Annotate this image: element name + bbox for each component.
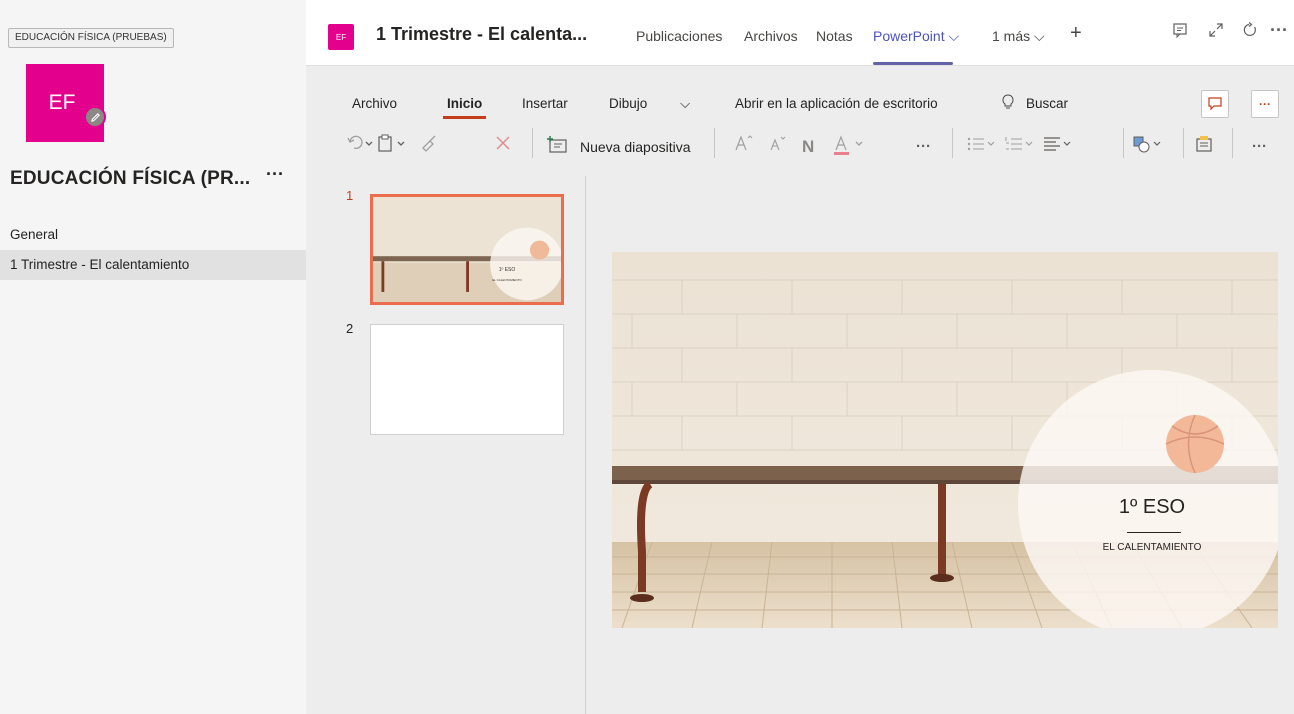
add-tab-button[interactable]: + <box>1070 22 1082 45</box>
team-tooltip: EDUCACIÓN FÍSICA (PRUEBAS) <box>8 28 174 48</box>
more-icon[interactable]: ··· <box>1270 20 1288 41</box>
paste-icon[interactable] <box>376 134 410 161</box>
thumbnail-subtitle: EL CALENTAMIENTO <box>492 278 522 282</box>
lightbulb-icon <box>1001 94 1015 113</box>
shapes-icon[interactable] <box>1132 134 1166 163</box>
slide-title[interactable]: 1º ESO <box>1098 496 1206 519</box>
menu-archivo[interactable]: Archivo <box>352 96 397 111</box>
team-avatar-text: EF <box>48 91 76 114</box>
menu-inicio[interactable]: Inicio <box>447 96 482 111</box>
toolbar-divider <box>952 128 953 158</box>
tab-notas[interactable]: Notas <box>816 28 853 44</box>
font-more-icon[interactable]: ··· <box>916 134 931 160</box>
tab-more[interactable]: 1 más ⌵ <box>992 28 1045 45</box>
designer-icon[interactable] <box>1194 134 1216 163</box>
team-name: EDUCACIÓN FÍSICA (PR... <box>10 168 251 189</box>
active-menu-indicator <box>443 116 486 119</box>
toolbar-more-icon[interactable]: ··· <box>1252 134 1267 160</box>
slide-subtitle[interactable]: EL CALENTAMIENTO <box>1075 542 1229 553</box>
slide-thumbnail-2[interactable] <box>370 324 564 435</box>
font-color-icon[interactable] <box>832 134 874 165</box>
edit-avatar-icon[interactable] <box>84 106 106 128</box>
teams-sidebar: EDUCACIÓN FÍSICA (PRUEBAS) EF EDUCACIÓN … <box>0 0 306 714</box>
slide-title-divider <box>1127 532 1181 533</box>
chevron-down-icon[interactable]: ⌵ <box>680 96 690 112</box>
slide-thumbnail-1[interactable]: 1º ESO EL CALENTAMIENTO <box>370 194 564 305</box>
toolbar-divider <box>1232 128 1233 158</box>
comment-icon[interactable] <box>1201 90 1229 118</box>
thumbnail-number: 1 <box>346 188 354 203</box>
channel-header: EF 1 Trimestre - El calenta... Publicaci… <box>306 0 1294 66</box>
toolbar-divider <box>1183 128 1184 158</box>
new-slide-button[interactable]: Nueva diapositiva <box>580 136 691 158</box>
team-avatar[interactable]: EF <box>26 64 106 142</box>
numbering-icon[interactable] <box>1004 134 1038 163</box>
channel-avatar: EF <box>328 24 354 50</box>
tab-archivos[interactable]: Archivos <box>744 28 798 44</box>
tab-powerpoint[interactable]: PowerPoint ⌵ <box>873 28 959 45</box>
align-icon[interactable] <box>1042 134 1076 163</box>
format-painter-icon[interactable] <box>420 134 440 161</box>
expand-icon[interactable] <box>1208 22 1224 43</box>
conversation-icon[interactable] <box>1172 22 1188 43</box>
ribbon-more-options-icon[interactable]: ··· <box>1251 90 1279 118</box>
toolbar-divider <box>714 128 715 158</box>
toolbar-divider <box>532 128 533 158</box>
channel-general[interactable]: General <box>0 220 306 250</box>
thumbnail-title: 1º ESO <box>498 267 516 273</box>
menu-dibujo[interactable]: Dibujo <box>609 96 647 111</box>
open-desktop-app-button[interactable]: Abrir en la aplicación de escritorio <box>735 96 938 111</box>
search-button[interactable]: Buscar <box>1026 96 1068 111</box>
active-tab-indicator <box>873 62 953 65</box>
thumbnail-number: 2 <box>346 321 354 336</box>
channel-1-trimestre[interactable]: 1 Trimestre - El calentamiento <box>0 250 306 280</box>
font-size-increase-icon[interactable] <box>734 134 754 161</box>
bold-button[interactable]: N <box>802 134 814 160</box>
bullets-icon[interactable] <box>966 134 1000 163</box>
undo-icon[interactable] <box>346 134 376 161</box>
tab-publicaciones[interactable]: Publicaciones <box>636 28 722 44</box>
menu-insertar[interactable]: Insertar <box>522 96 568 111</box>
slide-background-image <box>612 252 1278 628</box>
new-slide-icon[interactable] <box>546 134 568 163</box>
team-more-icon[interactable]: ··· <box>266 164 284 185</box>
delete-icon[interactable] <box>494 134 512 161</box>
slide-canvas[interactable] <box>612 252 1278 628</box>
reload-icon[interactable] <box>1242 22 1258 43</box>
font-size-decrease-icon[interactable] <box>768 134 788 161</box>
toolbar-divider <box>1123 128 1124 158</box>
channel-title: 1 Trimestre - El calenta... <box>376 24 588 44</box>
